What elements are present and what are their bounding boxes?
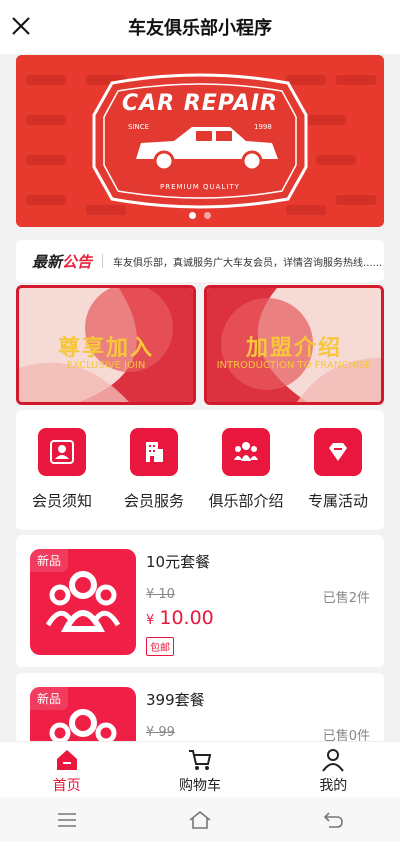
promo-card-exclusive-join[interactable]: 尊享加入 EXCLUSIVE JOIN xyxy=(16,285,196,405)
announcement-bar[interactable]: 最新公告 车友俱乐部，真诚服务广大车友会员，详情咨询服务热线...... xyxy=(16,240,384,282)
tab-cart[interactable]: 购物车 xyxy=(150,742,250,797)
banner-since-year: 1998 xyxy=(254,123,272,131)
menu-item-exclusive-events[interactable]: 专属活动 xyxy=(295,428,381,530)
car-repair-banner-image xyxy=(16,55,384,227)
group-icon xyxy=(222,428,270,476)
tab-label: 首页 xyxy=(52,778,81,794)
promo-subtitle: INTRODUCTION TO FRANCHISE xyxy=(216,360,372,371)
bottom-tab-bar: 首页 购物车 我的 xyxy=(0,741,400,797)
carousel-dot[interactable] xyxy=(204,212,211,219)
product-image: 新品 xyxy=(30,549,136,655)
user-icon xyxy=(322,749,345,772)
feature-menu: 会员须知 会员服务 俱乐部介绍 专属活动 xyxy=(16,410,384,530)
tab-profile[interactable]: 我的 xyxy=(283,742,383,797)
free-shipping-badge: 包邮 xyxy=(146,637,174,656)
product-card[interactable]: 新品 10元套餐 ¥ 10 已售2件 ¥ 10.00 包邮 xyxy=(16,535,384,667)
product-original-price: ¥ 99 xyxy=(146,725,175,740)
tab-home[interactable]: 首页 xyxy=(17,742,117,797)
promo-title: 尊享加入 xyxy=(57,336,154,361)
tab-label: 我的 xyxy=(319,778,348,794)
banner-title: CAR REPAIR xyxy=(122,91,278,116)
menu-label: 会员服务 xyxy=(123,492,184,510)
divider xyxy=(102,254,104,268)
product-name: 10元套餐 xyxy=(146,553,211,571)
carousel-indicators xyxy=(16,212,384,219)
price-currency: ¥ xyxy=(146,613,155,628)
tab-label: 购物车 xyxy=(178,778,221,794)
product-name: 399套餐 xyxy=(146,691,205,709)
announcement-text: 车友俱乐部，真诚服务广大车友会员，详情咨询服务热线...... xyxy=(113,257,383,269)
carousel-dot[interactable] xyxy=(189,212,196,219)
product-tag: 新品 xyxy=(30,687,69,710)
menu-label: 俱乐部介绍 xyxy=(208,492,284,510)
menu-item-member-notice[interactable]: 会员须知 xyxy=(19,428,105,530)
person-icon xyxy=(38,428,86,476)
menu-item-member-service[interactable]: 会员服务 xyxy=(111,428,197,530)
product-original-price: ¥ 10 xyxy=(146,587,175,602)
menu-item-club-intro[interactable]: 俱乐部介绍 xyxy=(203,428,289,530)
banner-carousel[interactable]: CAR REPAIR SINCE 1998 PREMIUM QUALITY xyxy=(16,55,384,227)
diamond-icon xyxy=(314,428,362,476)
product-sold-count: 已售2件 xyxy=(322,591,370,606)
menu-label: 会员须知 xyxy=(31,492,92,510)
product-tag: 新品 xyxy=(30,549,69,572)
top-bar: 车友俱乐部小程序 xyxy=(0,0,400,54)
announcement-badge-part1: 最新 xyxy=(32,252,63,271)
product-price: ¥ 10.00 xyxy=(146,607,214,629)
page-title: 车友俱乐部小程序 xyxy=(128,18,272,39)
back-icon[interactable] xyxy=(321,808,345,832)
menu-label: 专属活动 xyxy=(307,492,368,510)
announcement-badge-part2: 公告 xyxy=(62,252,93,271)
close-icon[interactable] xyxy=(10,15,32,37)
price-value: 10.00 xyxy=(159,607,214,629)
promo-subtitle: EXCLUSIVE JOIN xyxy=(66,360,146,371)
promo-title: 加盟介绍 xyxy=(245,336,342,361)
announcement-badge: 最新公告 xyxy=(32,251,92,272)
home-icon xyxy=(56,750,77,770)
menu-icon[interactable] xyxy=(55,808,79,832)
promo-card-franchise[interactable]: 加盟介绍 INTRODUCTION TO FRANCHISE xyxy=(204,285,384,405)
cart-icon xyxy=(188,750,212,770)
banner-since-label: SINCE xyxy=(128,123,150,131)
banner-subtitle: PREMIUM QUALITY xyxy=(160,183,240,191)
building-icon xyxy=(130,428,178,476)
home-nav-icon[interactable] xyxy=(188,808,212,832)
system-nav-bar xyxy=(0,797,400,842)
